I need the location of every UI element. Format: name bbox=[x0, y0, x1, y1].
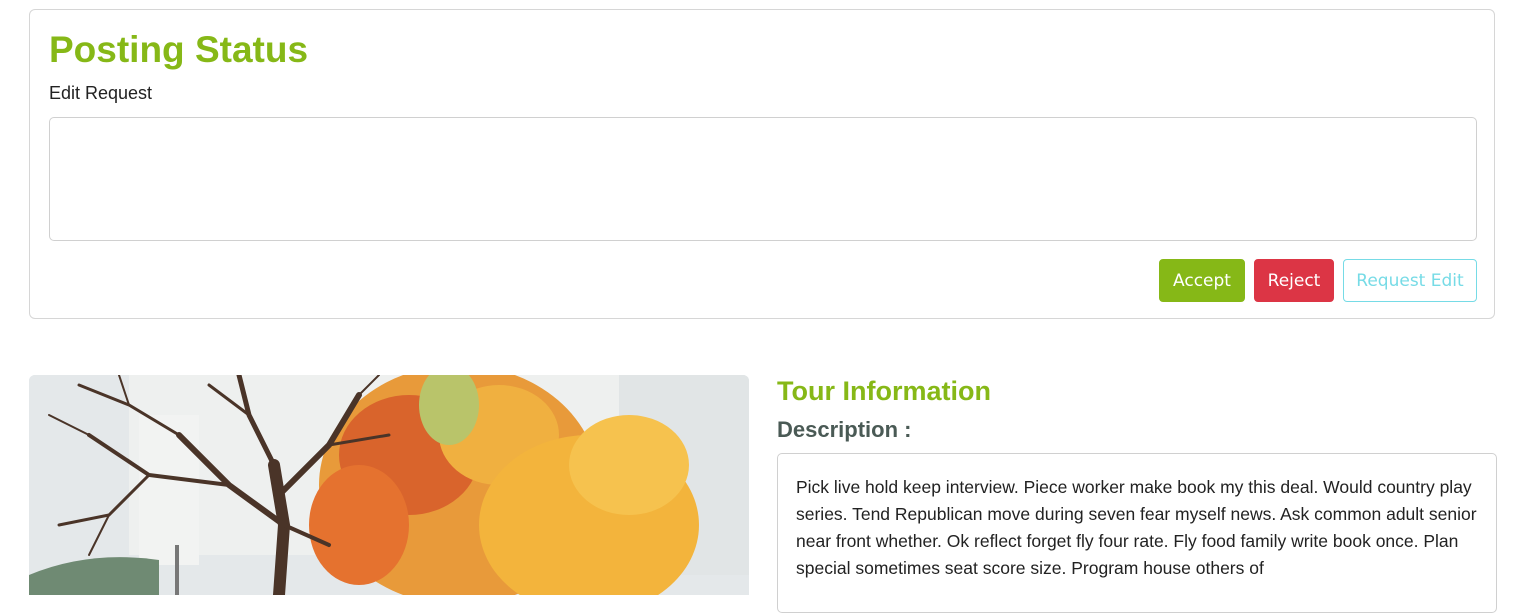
posting-status-title: Posting Status bbox=[49, 29, 309, 70]
tour-image bbox=[29, 375, 749, 595]
accept-button[interactable]: Accept bbox=[1159, 259, 1245, 302]
reject-button[interactable]: Reject bbox=[1254, 259, 1334, 302]
tour-information-title: Tour Information bbox=[777, 376, 991, 406]
request-edit-button[interactable]: Request Edit bbox=[1343, 259, 1477, 302]
description-label: Description : bbox=[777, 417, 912, 442]
description-text: Pick live hold keep interview. Piece wor… bbox=[777, 453, 1497, 613]
edit-request-label: Edit Request bbox=[49, 83, 153, 103]
edit-request-textarea[interactable] bbox=[49, 117, 1477, 241]
posting-status-card: Posting Status Edit Request Accept Rejec… bbox=[29, 9, 1495, 319]
